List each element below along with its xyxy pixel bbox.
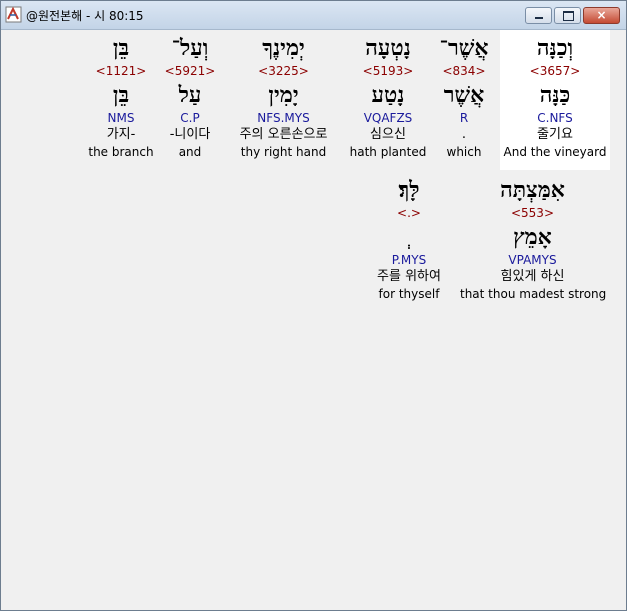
word-column[interactable]: נָטְעָה <5193> נָטַע VQAFZS 심으신 hath pla… <box>346 33 430 161</box>
word-column[interactable]: בֵּן <1121> בֵּן NMS 가지- the branch <box>88 33 154 161</box>
korean-gloss: 심으신 <box>370 127 406 142</box>
window-title: @원전본해 - 시 80:15 <box>26 9 144 23</box>
korean-gloss: -니이다 <box>169 127 211 142</box>
hebrew-word: לָּךְ׃ <box>398 177 420 203</box>
hebrew-word: בֵּן <box>112 35 130 61</box>
maximize-icon <box>563 11 574 21</box>
hebrew-word: נָטְעָה <box>365 35 411 61</box>
app-icon <box>5 6 22 23</box>
korean-gloss: 주의 오른손으로 <box>239 127 328 142</box>
word-column[interactable]: יְמִינֶךָ <3225> יָמִין NFS.MYS 주의 오른손으로… <box>225 33 342 161</box>
morphology-code: R <box>459 111 469 125</box>
morphology-code: VPAMYS <box>508 253 557 267</box>
morphology-code: C.NFS <box>537 111 573 125</box>
title-bar[interactable]: @원전본해 - 시 80:15 × <box>1 1 626 30</box>
morphology-code: C.P <box>180 111 200 125</box>
strong-number[interactable]: <834> <box>433 63 495 79</box>
hebrew-root: יָמִין <box>268 82 299 108</box>
strong-number[interactable]: <1121> <box>88 63 154 79</box>
korean-gloss: 줄기요 <box>537 127 573 142</box>
minimize-button[interactable] <box>525 7 552 24</box>
hebrew-root: בֵּן <box>112 82 130 108</box>
hebrew-word: אִמַּצְתָּה <box>500 177 565 203</box>
close-icon: × <box>596 8 607 22</box>
minimize-icon <box>535 17 543 19</box>
strong-number[interactable]: <.> <box>364 205 454 221</box>
english-gloss: the branch <box>88 145 154 159</box>
hebrew-word: יְמִינֶךָ <box>262 35 305 61</box>
strong-number[interactable]: <3225> <box>225 63 342 79</box>
korean-gloss: 힘있게 하신 <box>500 269 565 284</box>
korean-gloss: 주를 위하여 <box>377 269 441 284</box>
strong-number[interactable]: <5193> <box>346 63 430 79</box>
word-column[interactable]: אֲשֶׁר־ <834> אֲשֶׁר R . which <box>433 33 495 161</box>
word-column[interactable]: אִמַּצְתָּה <553> אָמֵץ VPAMYS 힘있게 하신 th… <box>460 175 607 303</box>
morphology-code: VQAFZS <box>363 111 413 125</box>
english-gloss: that thou madest strong <box>460 287 607 301</box>
strong-number[interactable]: <5921> <box>160 63 220 79</box>
hebrew-root: אָמֵץ <box>513 224 552 250</box>
hebrew-word: אֲשֶׁר־ <box>439 35 489 61</box>
word-column[interactable]: וְכַנָּה <3657> כַּנָּה C.NFS 줄기요 And th… <box>500 33 610 161</box>
close-button[interactable]: × <box>583 7 620 24</box>
english-gloss: And the vineyard <box>503 145 607 159</box>
word-column[interactable]: וְעַל־ <5921> עַל C.P -니이다 and <box>160 33 220 161</box>
english-gloss: thy right hand <box>240 145 327 159</box>
morphology-code: NFS.MYS <box>257 111 310 125</box>
english-gloss: and <box>178 145 202 159</box>
morphology-code: P.MYS <box>391 253 427 267</box>
maximize-button[interactable] <box>554 7 581 24</box>
strong-number[interactable]: <553> <box>460 205 605 221</box>
hebrew-root: נָטַע <box>371 82 405 108</box>
hebrew-word: וְעַל־ <box>171 35 209 61</box>
hebrew-root: כַּנָּה <box>539 82 571 108</box>
hebrew-root: עַל <box>178 82 202 108</box>
word-column[interactable]: לָּךְ׃ <.> ְ P.MYS 주를 위하여 for thyself <box>364 175 454 303</box>
hebrew-root: ְ <box>364 222 454 252</box>
morphology-code: NMS <box>107 111 135 125</box>
korean-gloss: 가지- <box>106 127 136 142</box>
english-gloss: which <box>446 145 482 159</box>
hebrew-root: אֲשֶׁר <box>443 82 485 108</box>
hebrew-word: וְכַנָּה <box>536 35 574 61</box>
korean-gloss: . <box>461 127 467 142</box>
english-gloss: for thyself <box>378 287 440 301</box>
strong-number[interactable]: <3657> <box>500 63 610 79</box>
english-gloss: hath planted <box>349 145 427 159</box>
